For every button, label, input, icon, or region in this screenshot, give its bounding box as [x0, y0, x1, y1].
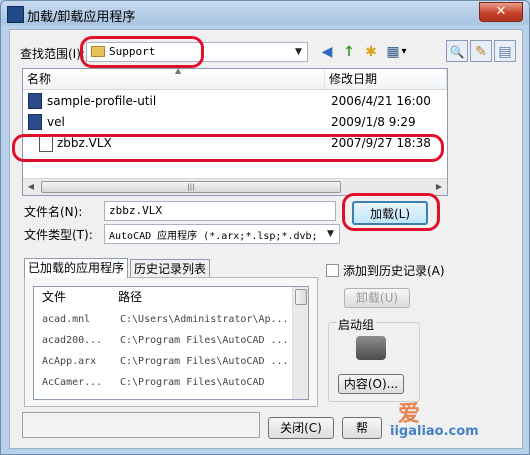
filetype-label: 文件类型(T):	[24, 228, 93, 242]
column-header-name[interactable]: 名称	[23, 69, 325, 89]
dialog-body: 查找范围(I): Support ▼ ◀ ↑ ✱ ▦ ▾ 🔍 ✎ ▤ 名称 ▲ …	[9, 29, 523, 449]
filename-input[interactable]: zbbz.VLX	[104, 201, 336, 221]
vlx-file-icon	[28, 93, 42, 109]
views-chevron-icon[interactable]: ▾	[398, 41, 410, 63]
loaded-path: C:\Program Files\AutoCAD	[120, 377, 265, 388]
tab-loaded-apps[interactable]: 已加载的应用程序	[24, 258, 128, 278]
loaded-file: acad.mnl	[42, 314, 91, 325]
file-list-hscrollbar[interactable]: ◀ ||| ▶	[23, 178, 447, 195]
file-row-selected[interactable]: zbbz.VLX 2007/9/27 18:38	[23, 133, 447, 154]
find-icon[interactable]: 🔍	[446, 40, 468, 62]
file-name: vel	[47, 115, 65, 129]
file-date: 2006/4/21 16:00	[331, 94, 431, 108]
window-title: 加载/卸载应用程序	[27, 10, 136, 25]
tools-icon[interactable]: ✎	[470, 40, 492, 62]
up-folder-icon[interactable]: ↑	[338, 41, 360, 63]
loaded-file: AcCamer...	[42, 377, 103, 388]
scroll-thumb[interactable]	[295, 289, 307, 305]
file-name: zbbz.VLX	[57, 136, 112, 150]
lookin-combo[interactable]: Support ▼	[86, 42, 308, 62]
startup-group-label: 启动组	[336, 316, 377, 333]
loaded-file: AcApp.arx	[42, 356, 97, 367]
file-date: 2009/1/8 9:29	[331, 115, 416, 129]
scroll-left-icon[interactable]: ◀	[25, 181, 37, 193]
unload-button[interactable]: 卸载(U)	[344, 288, 410, 308]
loaded-list-vscrollbar[interactable]	[292, 287, 308, 399]
tab-panel: 文件 路径 acad.mnl C:\Users\Administrator\Ap…	[24, 277, 318, 407]
load-button[interactable]: 加载(L)	[352, 201, 428, 225]
file-row[interactable]: vel 2009/1/8 9:29	[23, 112, 447, 133]
sort-ascending-icon: ▲	[175, 68, 182, 75]
filename-label: 文件名(N):	[24, 205, 83, 219]
new-folder-icon[interactable]: ✱	[360, 41, 382, 63]
dialog-window: AutoCAD 加载/卸载应用程序 ✕ 查找范围(I): Support ▼ ◀…	[0, 0, 530, 455]
file-list-header: 名称 ▲ 修改日期	[23, 69, 447, 90]
scroll-right-icon[interactable]: ▶	[433, 181, 445, 193]
startup-contents-button[interactable]: 内容(O)...	[338, 374, 404, 394]
add-history-checkbox[interactable]	[326, 264, 339, 277]
filetype-combo[interactable]: AutoCAD 应用程序 (*.arx;*.lsp;*.dvb; ▼	[104, 224, 340, 244]
column-header-date[interactable]: 修改日期	[325, 69, 447, 89]
lookin-value: Support	[109, 45, 156, 58]
lookin-label: 查找范围(I):	[20, 47, 85, 61]
file-row[interactable]: sample-profile-util 2006/4/21 16:00	[23, 91, 447, 112]
blank-file-icon	[39, 136, 53, 152]
chevron-down-icon[interactable]: ▼	[322, 225, 339, 243]
folder-icon	[91, 46, 105, 57]
column-header-file[interactable]: 文件	[34, 287, 114, 307]
back-icon[interactable]: ◀	[316, 41, 338, 63]
loaded-list-header: 文件 路径	[34, 287, 292, 308]
favorites-icon[interactable]: ▤	[494, 40, 516, 62]
tab-history-list[interactable]: 历史记录列表	[130, 259, 210, 278]
vlx-file-icon	[28, 114, 42, 130]
chevron-down-icon[interactable]: ▼	[290, 43, 307, 61]
close-window-button[interactable]: ✕	[479, 2, 523, 22]
loaded-path: C:\Program Files\AutoCAD ...	[120, 356, 289, 367]
close-button[interactable]: 关闭(C)	[268, 417, 334, 439]
loaded-path: C:\Users\Administrator\Ap...	[120, 314, 289, 325]
title-bar[interactable]: AutoCAD 加载/卸载应用程序 ✕	[1, 1, 529, 27]
autocad-app-icon: AutoCAD	[7, 6, 24, 23]
scroll-thumb[interactable]: |||	[41, 181, 341, 193]
file-date: 2007/9/27 18:38	[331, 136, 431, 150]
briefcase-icon	[356, 336, 386, 360]
add-history-label: 添加到历史记录(A)	[343, 264, 445, 278]
column-header-path[interactable]: 路径	[114, 287, 284, 307]
loaded-path: C:\Program Files\AutoCAD ...	[120, 335, 289, 346]
status-box	[22, 412, 260, 438]
filetype-value: AutoCAD 应用程序 (*.arx;*.lsp;*.dvb;	[109, 231, 318, 242]
file-list[interactable]: 名称 ▲ 修改日期 sample-profile-util 2006/4/21 …	[22, 68, 448, 196]
help-button[interactable]: 帮	[342, 417, 382, 439]
loaded-apps-list[interactable]: 文件 路径 acad.mnl C:\Users\Administrator\Ap…	[33, 286, 309, 400]
file-name: sample-profile-util	[47, 94, 157, 108]
loaded-file: acad200...	[42, 335, 103, 346]
